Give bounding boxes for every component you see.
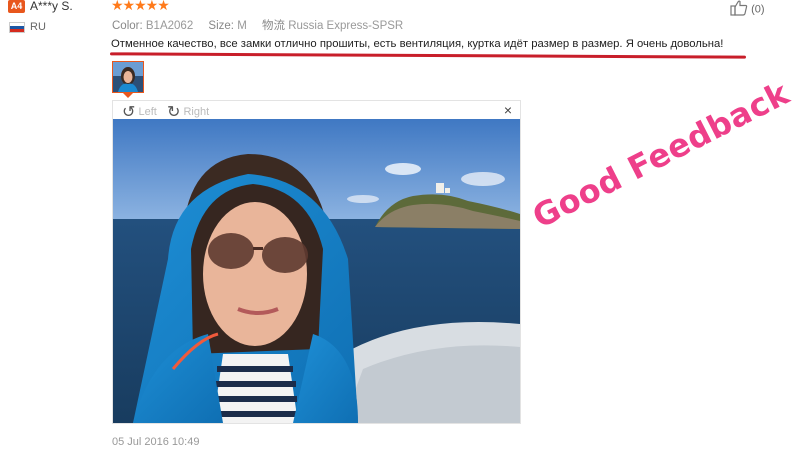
- helpful-vote[interactable]: (0): [730, 0, 765, 19]
- good-feedback-stamp: Good Feedback: [526, 73, 796, 236]
- size-value: M: [237, 20, 247, 32]
- rating-stars: ★★★★★: [111, 0, 170, 13]
- close-viewer-button[interactable]: ×: [504, 102, 512, 118]
- helpful-count: (0): [751, 3, 765, 16]
- reviewer-name: A***y S.: [30, 0, 73, 13]
- shipping-label: 物流: [262, 20, 285, 32]
- thumbnail-pointer: [123, 93, 133, 98]
- annotation-underline: [109, 52, 747, 59]
- order-details: Color: B1A2062 Size: M 物流 Russia Express…: [112, 17, 415, 33]
- size-label: Size:: [208, 20, 234, 32]
- review-text: Отменное качество, все замки отлично про…: [111, 38, 724, 50]
- review-date: 05 Jul 2016 10:49: [112, 436, 200, 448]
- russia-flag-icon: [9, 22, 25, 33]
- rotate-right-label: Right: [183, 105, 210, 118]
- image-viewer: ↺ Left ↻ Right ×: [112, 100, 521, 424]
- review-photo: [113, 119, 520, 423]
- reviewer-country: RU: [30, 21, 46, 33]
- thumbs-up-icon[interactable]: [730, 0, 748, 19]
- rotate-left-label: Left: [138, 105, 157, 118]
- color-label: Color:: [112, 20, 143, 32]
- shipping-value: Russia Express-SPSR: [288, 20, 404, 32]
- review-photo-thumbnail[interactable]: [112, 61, 144, 93]
- user-level-badge: A4: [8, 0, 25, 13]
- color-value: B1A2062: [145, 20, 194, 32]
